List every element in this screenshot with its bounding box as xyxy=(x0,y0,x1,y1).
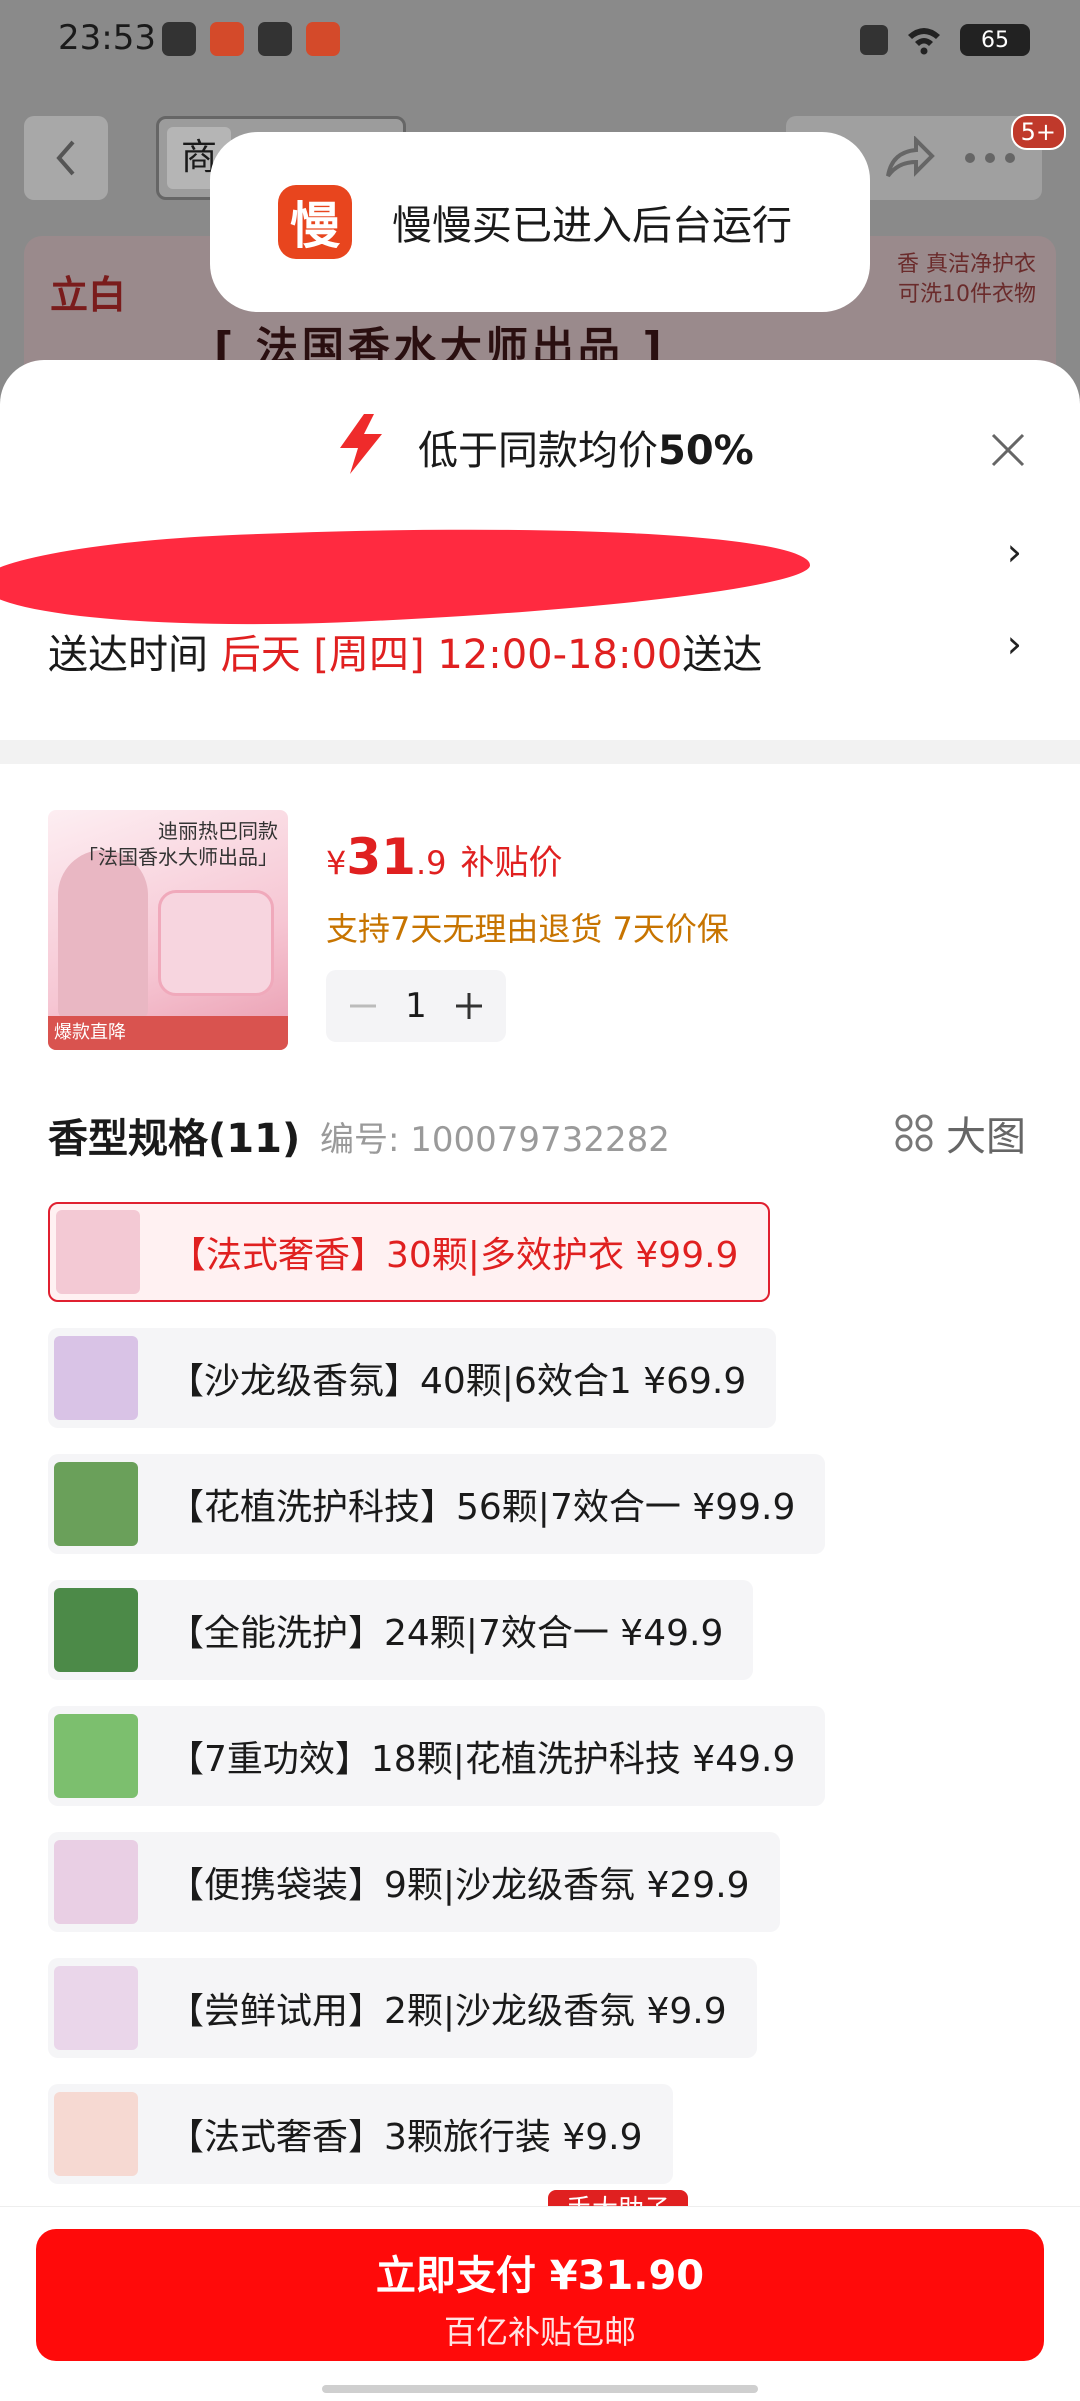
video-icon xyxy=(258,22,292,56)
spec-code: 编号: 100079732282 xyxy=(320,1120,670,1160)
notification-badge: 5+ xyxy=(1010,114,1066,150)
sheet-title-prefix: 低于同款均价 xyxy=(418,428,658,474)
section-divider xyxy=(0,740,1080,764)
purchase-sheet: 低于同款均价50% › 送达时间 后天 [周四] 12:00-18:00送达 ›… xyxy=(0,360,1080,2400)
status-time: 23:53 xyxy=(58,18,156,58)
spec-option[interactable]: 【尝鲜试用】2颗|沙龙级香氛 ¥9.9 xyxy=(48,1958,757,2058)
spec-option-label: 【7重功效】18颗|花植洗护科技 ¥49.9 xyxy=(168,1739,796,1780)
sheet-header: 低于同款均价50% xyxy=(0,390,1080,480)
delivery-chevron-icon[interactable]: › xyxy=(1007,622,1022,666)
big-image-label: 大图 xyxy=(946,1114,1026,1160)
quantity-value[interactable]: 1 xyxy=(405,986,427,1026)
chevron-left-icon xyxy=(56,140,75,176)
pinduoduo-icon xyxy=(210,22,244,56)
spec-option[interactable]: 【法式奢香】30颗|多效护衣 ¥99.9 xyxy=(48,1202,771,1302)
spec-option-label: 【沙龙级香氛】40颗|6效合1 ¥69.9 xyxy=(168,1361,747,1402)
status-right: 65 xyxy=(860,24,1030,56)
banner-logo: 立白 xyxy=(50,273,127,317)
status-bar: 23:53 65 xyxy=(0,0,1080,84)
product-image-jar xyxy=(158,890,274,996)
pay-button-sublabel: 百亿补贴包邮 xyxy=(443,2313,636,2351)
spec-option-label: 【全能洗护】24颗|7效合一 ¥49.9 xyxy=(168,1613,724,1654)
close-icon[interactable] xyxy=(990,432,1026,468)
product-image[interactable]: 迪丽热巴同款 「法国香水大师出品」 爆款直降 xyxy=(48,810,288,1050)
spec-option-thumbnail xyxy=(54,1966,138,2050)
spec-option[interactable]: 【花植洗护科技】56颗|7效合一 ¥99.9 xyxy=(48,1454,826,1554)
spec-option[interactable]: 【法式奢香】3颗旅行装 ¥9.9 xyxy=(48,2084,673,2184)
product-image-caption: 迪丽热巴同款 「法国香水大师出品」 xyxy=(78,818,278,870)
address-chevron-icon: › xyxy=(1006,530,1022,574)
delivery-label: 送达时间 xyxy=(48,632,208,678)
spec-option-label: 【法式奢香】3颗旅行装 ¥9.9 xyxy=(168,2117,643,2158)
manmanmai-icon xyxy=(306,22,340,56)
background-running-toast: 慢 慢慢买已进入后台运行 xyxy=(210,132,870,312)
spec-option[interactable]: 【便携袋装】9颗|沙龙级香氛 ¥29.9 xyxy=(48,1832,780,1932)
price-decimal: .9 xyxy=(415,844,447,882)
toast-message: 慢慢买已进入后台运行 xyxy=(392,203,792,249)
spec-option-label: 【法式奢香】30颗|多效护衣 ¥99.9 xyxy=(170,1235,739,1276)
guarantee-text: 支持7天无理由退货 7天价保 xyxy=(326,910,729,948)
price-line: ¥31.9 补贴价 xyxy=(326,828,562,886)
spec-option-label: 【尝鲜试用】2颗|沙龙级香氛 ¥9.9 xyxy=(168,1991,727,2032)
spec-option[interactable]: 【7重功效】18颗|花植洗护科技 ¥49.9 xyxy=(48,1706,826,1806)
price-integer: 31 xyxy=(346,828,416,886)
manmanmai-logo-icon: 慢 xyxy=(278,185,352,259)
big-image-button[interactable]: 大图 xyxy=(894,1104,1026,1162)
product-image-caption-1: 迪丽热巴同款 xyxy=(158,819,278,843)
sheet-title: 低于同款均价50% xyxy=(418,418,754,476)
pay-now-button[interactable]: 立即支付 ¥31.90 百亿补贴包邮 xyxy=(36,2229,1044,2361)
price-currency: ¥ xyxy=(326,844,347,882)
product-image-caption-2: 「法国香水大师出品」 xyxy=(78,845,278,869)
delivery-suffix: 送达 xyxy=(682,632,763,678)
lightning-icon xyxy=(340,414,382,474)
pay-button-label: 立即支付 ¥31.90 xyxy=(375,2253,705,2299)
delivery-time: 后天 [周四] 12:00-18:00 xyxy=(220,632,683,678)
spec-option-label: 【便携袋装】9颗|沙龙级香氛 ¥29.9 xyxy=(168,1865,750,1906)
banner-right-text: 香 真洁净护衣 可洗10件衣物 xyxy=(897,250,1036,310)
battery-icon: 65 xyxy=(960,24,1030,56)
spec-option[interactable]: 【沙龙级香氛】40颗|6效合1 ¥69.9 xyxy=(48,1328,777,1428)
spec-option-thumbnail xyxy=(54,1336,138,1420)
spec-option-thumbnail xyxy=(54,1588,138,1672)
spec-option-label: 【花植洗护科技】56颗|7效合一 ¥99.9 xyxy=(168,1487,796,1528)
delivery-time-row[interactable]: 送达时间 后天 [周四] 12:00-18:00送达 xyxy=(48,622,762,680)
more-icon[interactable] xyxy=(964,152,1016,164)
sim-icon xyxy=(162,22,196,56)
quantity-stepper: 1 xyxy=(326,970,506,1042)
grid-icon xyxy=(895,1114,933,1152)
product-image-tag: 爆款直降 xyxy=(48,1016,288,1050)
spec-options: 【法式奢香】30颗|多效护衣 ¥99.9 【沙龙级香氛】40颗|6效合1 ¥69.… xyxy=(48,1202,1048,2210)
home-indicator[interactable] xyxy=(322,2385,758,2393)
spec-option-thumbnail xyxy=(54,1714,138,1798)
spec-option-thumbnail xyxy=(54,1840,138,1924)
spec-option-thumbnail xyxy=(54,1462,138,1546)
plus-icon[interactable] xyxy=(454,991,484,1021)
sheet-title-value: 50% xyxy=(658,428,754,474)
nfc-icon xyxy=(860,25,888,55)
spec-option-thumbnail xyxy=(54,2092,138,2176)
spec-header: 香型规格(11) xyxy=(48,1116,301,1162)
spec-option-thumbnail xyxy=(56,1210,140,1294)
product-image-figure xyxy=(58,850,148,1020)
bottom-bar: 立即支付 ¥31.90 百亿补贴包邮 xyxy=(0,2206,1080,2401)
wifi-icon xyxy=(908,28,940,55)
share-icon[interactable] xyxy=(884,136,936,180)
banner-right-line1: 香 真洁净护衣 xyxy=(897,252,1036,277)
minus-icon[interactable] xyxy=(348,991,378,1021)
price-label: 补贴价 xyxy=(460,843,563,883)
back-button[interactable] xyxy=(24,116,108,200)
banner-right-line2: 可洗10件衣物 xyxy=(898,282,1036,307)
spec-option[interactable]: 【全能洗护】24颗|7效合一 ¥49.9 xyxy=(48,1580,754,1680)
status-app-icons xyxy=(162,22,340,56)
